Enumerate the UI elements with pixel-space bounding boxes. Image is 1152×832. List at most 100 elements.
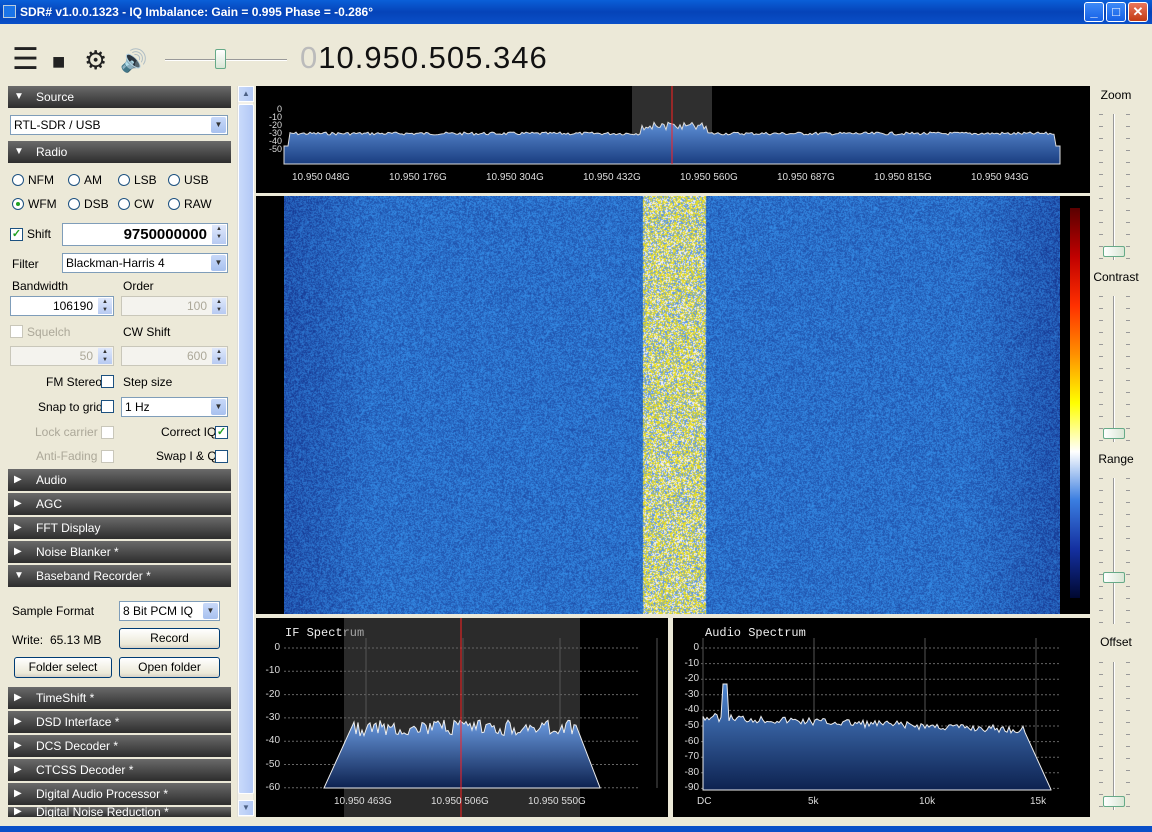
zoom-label: Zoom xyxy=(1100,88,1132,102)
mode-radio-cw[interactable]: CW xyxy=(118,197,154,211)
range-slider[interactable] xyxy=(1113,478,1115,624)
maximize-button[interactable]: □ xyxy=(1106,2,1126,22)
frequency-display[interactable]: 010.950.505.346 xyxy=(300,40,548,76)
slider-tick xyxy=(1126,234,1130,235)
offset-slider[interactable] xyxy=(1113,662,1115,810)
audio-y-tick: -50 xyxy=(684,720,699,731)
correct-iq-checkbox[interactable]: ✓ xyxy=(215,426,228,439)
slider-tick xyxy=(1099,186,1103,187)
mode-radio-usb[interactable]: USB xyxy=(168,173,209,187)
waterfall-display[interactable] xyxy=(256,196,1090,614)
section-agc[interactable]: ▶ AGC xyxy=(8,493,231,515)
sample-format-select[interactable]: 8 Bit PCM IQ ▼ xyxy=(119,601,220,621)
zoom-slider[interactable] xyxy=(1113,114,1115,260)
menu-icon[interactable]: ☰ xyxy=(12,45,39,75)
window-title: SDR# v1.0.0.1323 - IQ Imbalance: Gain = … xyxy=(20,5,373,19)
section-dsd-interface[interactable]: ▶ DSD Interface * xyxy=(8,711,231,733)
section-timeshift[interactable]: ▶ TimeShift * xyxy=(8,687,231,709)
mode-radio-dsb[interactable]: DSB xyxy=(68,197,109,211)
slider-tick xyxy=(1126,344,1130,345)
volume-slider-thumb[interactable] xyxy=(215,49,226,69)
slider-tick xyxy=(1099,296,1103,297)
offset-slider-thumb[interactable] xyxy=(1103,796,1125,807)
slider-tick xyxy=(1126,794,1130,795)
mode-label: WFM xyxy=(28,197,57,211)
section-digital-audio-processor[interactable]: ▶ Digital Audio Processor * xyxy=(8,783,231,805)
slider-tick xyxy=(1099,610,1103,611)
mode-radio-lsb[interactable]: LSB xyxy=(118,173,157,187)
gear-icon[interactable]: ⚙ xyxy=(84,47,107,73)
scrollbar-thumb[interactable] xyxy=(238,104,254,794)
section-fft-display[interactable]: ▶ FFT Display xyxy=(8,517,231,539)
spectrum-x-tick: 10.950 815G xyxy=(874,172,932,183)
shift-checkbox[interactable]: ✓ xyxy=(10,228,23,241)
mode-radio-am[interactable]: AM xyxy=(68,173,102,187)
step-size-label: Step size xyxy=(123,375,173,389)
mode-radio-nfm[interactable]: NFM xyxy=(12,173,54,187)
collapse-arrow-icon: ▶ xyxy=(14,764,22,775)
shift-input[interactable]: 9750000000 ▲ ▼ xyxy=(62,223,228,246)
audio-spectrum[interactable]: Audio Spectrum 0 -10 -20 -30 -40 -50 -60 -70 -80… xyxy=(673,618,1090,817)
section-baseband-recorder[interactable]: ▼ Baseband Recorder * xyxy=(8,565,231,587)
spectrum-x-tick: 10.950 048G xyxy=(292,172,350,183)
spectrum-x-tick: 10.950 432G xyxy=(583,172,641,183)
section-noise-blanker[interactable]: ▶ Noise Blanker * xyxy=(8,541,231,563)
spinner-icon[interactable]: ▲ ▼ xyxy=(98,298,112,314)
if-y-tick: -50 xyxy=(265,758,280,770)
slider-tick xyxy=(1126,246,1130,247)
slider-tick xyxy=(1126,502,1130,503)
record-button[interactable]: Record xyxy=(119,628,220,649)
slider-tick xyxy=(1126,674,1130,675)
volume-slider[interactable] xyxy=(165,59,287,61)
slider-tick xyxy=(1099,356,1103,357)
left-panel-scrollbar[interactable]: ▲ ▼ xyxy=(237,86,254,817)
contrast-slider-thumb[interactable] xyxy=(1103,428,1125,439)
scroll-down-icon[interactable]: ▼ xyxy=(238,800,254,816)
spinner-icon[interactable]: ▲ ▼ xyxy=(212,225,226,244)
range-slider-thumb[interactable] xyxy=(1103,572,1125,583)
stop-icon[interactable]: ■ xyxy=(52,49,65,75)
section-label: DSD Interface * xyxy=(36,715,120,729)
fm-stereo-checkbox[interactable] xyxy=(101,375,114,388)
slider-tick xyxy=(1099,392,1103,393)
sample-format-label: Sample Format xyxy=(12,604,95,618)
radio-dot-icon xyxy=(168,174,180,186)
section-audio[interactable]: ▶ Audio xyxy=(8,469,231,491)
section-dcs-decoder[interactable]: ▶ DCS Decoder * xyxy=(8,735,231,757)
swap-iq-checkbox[interactable] xyxy=(215,450,228,463)
if-x-tick: 10.950 506G xyxy=(431,796,489,807)
if-x-tick: 10.950 550G xyxy=(528,796,586,807)
app-icon xyxy=(3,5,16,18)
snap-to-grid-checkbox[interactable] xyxy=(101,400,114,413)
radio-dot-icon xyxy=(118,174,130,186)
slider-tick xyxy=(1099,162,1103,163)
source-device-select[interactable]: RTL-SDR / USB ▼ xyxy=(10,115,228,135)
section-digital-noise-reduction[interactable]: ▶ Digital Noise Reduction * xyxy=(8,807,231,817)
lock-carrier-checkbox xyxy=(101,426,114,439)
if-y-tick: -60 xyxy=(265,781,280,793)
mode-radio-wfm[interactable]: WFM xyxy=(12,197,57,211)
zoom-slider-thumb[interactable] xyxy=(1103,246,1125,257)
open-folder-button[interactable]: Open folder xyxy=(119,657,220,678)
close-button[interactable]: ✕ xyxy=(1128,2,1148,22)
contrast-slider[interactable] xyxy=(1113,296,1115,442)
if-spectrum[interactable]: IF Spectrum 0 -10 -20 -30 -40 -50 -60 10.950 4… xyxy=(256,618,668,817)
folder-select-button[interactable]: Folder select xyxy=(14,657,112,678)
audio-spectrum-trace xyxy=(702,683,1052,791)
section-source[interactable]: ▼ Source xyxy=(8,86,231,108)
section-label: AGC xyxy=(36,497,63,511)
bandwidth-input[interactable]: 106190 ▲ ▼ xyxy=(10,296,114,316)
step-size-select[interactable]: 1 Hz ▼ xyxy=(121,397,228,417)
slider-tick xyxy=(1126,368,1130,369)
slider-tick xyxy=(1126,356,1130,357)
slider-tick xyxy=(1099,674,1103,675)
section-ctcss-decoder[interactable]: ▶ CTCSS Decoder * xyxy=(8,759,231,781)
spectrum-analyzer[interactable]: 0 -10 -20 -30 -40 -50 10.950 048G 10.950 176G 1… xyxy=(256,86,1090,193)
section-radio[interactable]: ▼ Radio xyxy=(8,141,231,163)
slider-tick xyxy=(1126,138,1130,139)
filter-select[interactable]: Blackman-Harris 4 ▼ xyxy=(62,253,228,273)
slider-tick xyxy=(1126,562,1130,563)
scroll-up-icon[interactable]: ▲ xyxy=(238,86,254,102)
minimize-button[interactable]: _ xyxy=(1084,2,1104,22)
mode-radio-raw[interactable]: RAW xyxy=(168,197,212,211)
